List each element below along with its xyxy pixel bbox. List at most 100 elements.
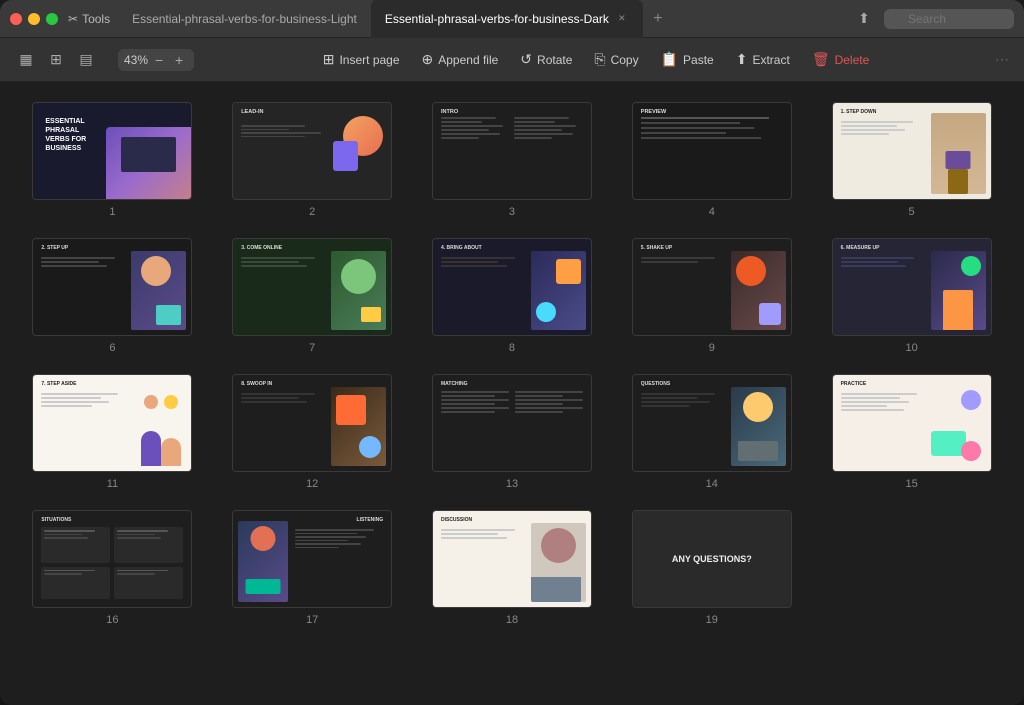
slide-thumbnail[interactable]: 3. COME ONLINE — [232, 238, 392, 336]
slide-item: 8. SWOOP IN — [220, 374, 405, 490]
tab-dark[interactable]: Essential-phrasal-verbs-for-business-Dar… — [371, 0, 643, 38]
slide-thumbnail[interactable]: 5. SHAKE UP — [632, 238, 792, 336]
slide-thumbnail[interactable]: 1. STEP DOWN — [832, 102, 992, 200]
append-file-button[interactable]: ⊕ Append file — [412, 46, 509, 73]
slide-number: 18 — [506, 614, 518, 626]
slide-thumbnail[interactable]: MATCHING — [432, 374, 592, 472]
search-wrap: 🔍 — [884, 9, 1014, 29]
delete-icon: 🗑 — [812, 51, 830, 68]
slide-number: 16 — [106, 614, 118, 626]
titlebar-right: ⬆ 🔍 — [852, 7, 1014, 31]
share-button[interactable]: ⬆ — [852, 7, 876, 31]
slide-number: 14 — [706, 478, 718, 490]
slide-item: 5. SHAKE UP 9 — [619, 238, 804, 354]
paste-icon: 📋 — [661, 51, 678, 68]
new-tab-button[interactable]: + — [647, 8, 669, 30]
slide-number: 11 — [107, 478, 118, 490]
rotate-button[interactable]: ↺ Rotate — [510, 46, 582, 73]
slide-thumbnail[interactable]: ANY QUESTIONS? — [632, 510, 792, 608]
view-controls: ▦ ⊞ ▤ — [12, 46, 100, 74]
slide-number: 15 — [905, 478, 917, 490]
slide-thumbnail[interactable]: SITUATIONS — [32, 510, 192, 608]
slide-item: ANY QUESTIONS? 19 — [619, 510, 804, 626]
grid-view-button[interactable]: ⊞ — [42, 46, 70, 74]
paste-button[interactable]: 📋 Paste — [651, 46, 724, 73]
sidebar-view-button[interactable]: ▦ — [12, 46, 40, 74]
slide-item: 4. BRING ABOUT — [420, 238, 605, 354]
slide-thumbnail[interactable]: LEAD-IN — [232, 102, 392, 200]
tools-icon: ✂ — [68, 12, 78, 26]
extract-icon: ⬆ — [736, 51, 748, 68]
slide-item: ESSENTIALPHRASALVERBS FORBUSINESS 1 — [20, 102, 205, 218]
extract-button[interactable]: ⬆ Extract — [726, 46, 800, 73]
insert-page-icon: ⊞ — [323, 51, 335, 68]
slide-number: 1 — [109, 206, 115, 218]
slide-number: 8 — [509, 342, 515, 354]
slide-item: 2. STEP UP — [20, 238, 205, 354]
zoom-level: 43% — [124, 53, 148, 67]
slide-thumbnail[interactable]: PRACTICE — [832, 374, 992, 472]
tab-light[interactable]: Essential-phrasal-verbs-for-business-Lig… — [118, 0, 371, 38]
slide-number: 7 — [309, 342, 315, 354]
delete-button[interactable]: 🗑 Delete — [802, 46, 879, 73]
slide-item: SITUATIONS — [20, 510, 205, 626]
maximize-button[interactable] — [46, 13, 58, 25]
slide-thumbnail[interactable]: 8. SWOOP IN — [232, 374, 392, 472]
slide-thumbnail[interactable]: QUESTIONS — [632, 374, 792, 472]
slide-item: 1. STEP DOWN 5 — [819, 102, 1004, 218]
titlebar: ✂ Tools Essential-phrasal-verbs-for-busi… — [0, 0, 1024, 38]
traffic-lights — [10, 13, 58, 25]
zoom-decrease-button[interactable]: − — [150, 51, 168, 69]
slide-item: 7. STEP ASIDE — [20, 374, 205, 490]
slide-number: 2 — [309, 206, 315, 218]
slide-number: 4 — [709, 206, 715, 218]
tools-menu[interactable]: ✂ Tools — [68, 12, 110, 26]
slide-item: LEAD-IN 2 — [220, 102, 405, 218]
append-file-icon: ⊕ — [422, 51, 434, 68]
tab-close-button[interactable]: ✕ — [615, 12, 629, 26]
slide-number: 9 — [709, 342, 715, 354]
zoom-control: 43% − + — [118, 49, 194, 71]
pages-view-button[interactable]: ▤ — [72, 46, 100, 74]
slide-item: QUESTIONS — [619, 374, 804, 490]
slide-number: 19 — [706, 614, 718, 626]
slide-number: 3 — [509, 206, 515, 218]
copy-button[interactable]: ⎘ Copy — [584, 46, 648, 73]
slide-thumbnail[interactable]: 7. STEP ASIDE — [32, 374, 192, 472]
close-button[interactable] — [10, 13, 22, 25]
slide-thumbnail[interactable]: 4. BRING ABOUT — [432, 238, 592, 336]
search-input[interactable] — [884, 9, 1014, 29]
slide-item: MATCHING — [420, 374, 605, 490]
slide-item: LISTENING — [220, 510, 405, 626]
slide-item: 6. MEASURE UP — [819, 238, 1004, 354]
toolbar: ▦ ⊞ ▤ 43% − + ⊞ Insert page ⊕ Append fil… — [0, 38, 1024, 82]
slide-thumbnail[interactable]: 2. STEP UP — [32, 238, 192, 336]
slide-item: PRACTICE — [819, 374, 1004, 490]
tabs-area: Essential-phrasal-verbs-for-business-Lig… — [118, 0, 852, 38]
toolbar-overflow[interactable]: ⋯ — [992, 51, 1012, 68]
slide-number: 6 — [109, 342, 115, 354]
slide-number: 13 — [506, 478, 518, 490]
slide-thumbnail[interactable]: INTRO — [432, 102, 592, 200]
slide-item: DISCUSSION — [420, 510, 605, 626]
slide-thumbnail[interactable]: 6. MEASURE UP — [832, 238, 992, 336]
slide-item: 3. COME ONLINE — [220, 238, 405, 354]
copy-icon: ⎘ — [594, 51, 605, 68]
slide-number: 10 — [905, 342, 917, 354]
slide-thumbnail[interactable]: ESSENTIALPHRASALVERBS FORBUSINESS — [32, 102, 192, 200]
slide-item: PREVIEW 4 — [619, 102, 804, 218]
zoom-increase-button[interactable]: + — [170, 51, 188, 69]
minimize-button[interactable] — [28, 13, 40, 25]
slide-number: 5 — [909, 206, 915, 218]
slide-thumbnail[interactable]: LISTENING — [232, 510, 392, 608]
slide-item: INTRO — [420, 102, 605, 218]
slide-thumbnail[interactable]: PREVIEW — [632, 102, 792, 200]
insert-page-button[interactable]: ⊞ Insert page — [313, 46, 410, 73]
slide-number: 17 — [306, 614, 318, 626]
slides-grid: ESSENTIALPHRASALVERBS FORBUSINESS 1 LEAD… — [20, 102, 1004, 626]
rotate-icon: ↺ — [520, 51, 532, 68]
main-content[interactable]: ESSENTIALPHRASALVERBS FORBUSINESS 1 LEAD… — [0, 82, 1024, 705]
slide-thumbnail[interactable]: DISCUSSION — [432, 510, 592, 608]
main-window: ✂ Tools Essential-phrasal-verbs-for-busi… — [0, 0, 1024, 705]
slide-number: 12 — [306, 478, 318, 490]
